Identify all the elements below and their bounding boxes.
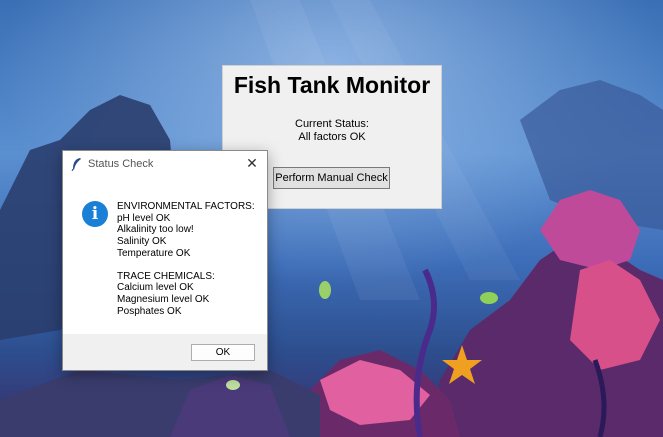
status-label: Current Status: [295, 118, 369, 130]
dialog-footer: OK [63, 334, 267, 370]
trace-header: TRACE CHEMICALS: [117, 270, 215, 282]
feather-icon [71, 158, 81, 171]
dialog-title: Status Check [88, 158, 154, 170]
perform-manual-check-button[interactable]: Perform Manual Check [273, 167, 390, 189]
trace-item: Magnesium level OK [117, 293, 210, 305]
status-check-dialog: Status Check ✕ i ENVIRONMENTAL FACTORS: … [62, 150, 268, 371]
trace-item: Calcium level OK [117, 282, 194, 294]
dialog-titlebar[interactable]: Status Check ✕ [63, 151, 267, 177]
info-icon: i [82, 201, 108, 227]
app-title: Fish Tank Monitor [233, 72, 431, 98]
status-value: All factors OK [298, 131, 366, 143]
trace-item: Posphates OK [117, 305, 182, 317]
dialog-message: ENVIRONMENTAL FACTORS: pH level OK Alkal… [117, 201, 263, 317]
ok-button[interactable]: OK [191, 344, 255, 361]
close-icon[interactable]: ✕ [243, 155, 261, 173]
env-item: Temperature OK [117, 247, 191, 259]
env-item: pH level OK [117, 212, 171, 224]
environmental-header: ENVIRONMENTAL FACTORS: [117, 201, 255, 212]
env-item: Alkalinity too low! [117, 224, 194, 236]
env-item: Salinity OK [117, 236, 167, 248]
